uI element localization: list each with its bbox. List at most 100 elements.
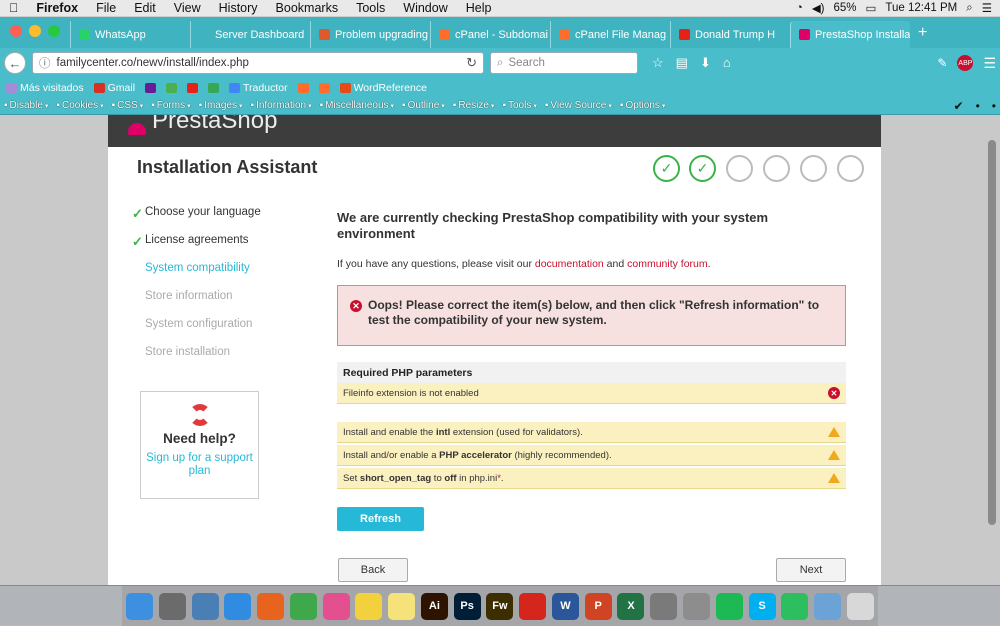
url-bar[interactable]: ⓘ familycenter.co/newv/install/index.php… bbox=[32, 52, 484, 74]
tab-6[interactable]: PrestaShop Installa✕ bbox=[790, 21, 910, 48]
url-text[interactable]: familycenter.co/newv/install/index.php bbox=[57, 57, 249, 69]
bookmark-item[interactable]: Gmail bbox=[93, 82, 135, 94]
tab-2[interactable]: Problem upgrading bbox=[310, 21, 430, 48]
reading-list-icon[interactable]: ▤ bbox=[676, 55, 688, 71]
dock-illustrator-icon[interactable]: Ai bbox=[420, 592, 448, 620]
dock-skype-icon[interactable]: S bbox=[748, 592, 776, 620]
apple-icon[interactable]:  bbox=[0, 1, 27, 15]
tab-3[interactable]: cPanel - Subdomai bbox=[430, 21, 550, 48]
zoom-window-button[interactable] bbox=[48, 25, 60, 37]
devtool-2[interactable]: ▪ CSS ▾ bbox=[112, 100, 144, 111]
bookmark-item[interactable] bbox=[318, 82, 330, 93]
bookmark-item[interactable] bbox=[145, 82, 157, 93]
menu-file[interactable]: File bbox=[87, 1, 125, 15]
bookmark-item[interactable]: Traductor bbox=[229, 82, 288, 94]
devtool-10[interactable]: ▪ View Source ▾ bbox=[545, 100, 612, 111]
page-scrollbar[interactable] bbox=[988, 140, 996, 525]
devtool-4[interactable]: ▪ Images ▾ bbox=[199, 100, 243, 111]
support-plan-link[interactable]: Sign up for a support plan bbox=[141, 452, 258, 478]
notification-center-icon[interactable]: ☰ bbox=[982, 1, 992, 15]
dock-acrobat-icon[interactable] bbox=[519, 592, 547, 620]
dock-notes-icon[interactable] bbox=[388, 592, 416, 620]
dock-stickies-icon[interactable] bbox=[355, 592, 383, 620]
dock-excel-icon[interactable]: X bbox=[617, 592, 645, 620]
devtool-0[interactable]: ▪ Disable ▾ bbox=[4, 100, 48, 111]
devtool-5[interactable]: ▪ Information ▾ bbox=[251, 100, 312, 111]
menu-history[interactable]: History bbox=[210, 1, 267, 15]
menu-app[interactable]: Firefox bbox=[27, 1, 87, 15]
dock-firefox-icon[interactable] bbox=[257, 592, 285, 620]
tab-4[interactable]: cPanel File Manag bbox=[550, 21, 670, 48]
bookmark-item[interactable]: WordReference bbox=[339, 82, 427, 94]
community-forum-link[interactable]: community forum bbox=[627, 258, 708, 270]
dock-powerpoint-icon[interactable]: P bbox=[584, 592, 612, 620]
devtool-3[interactable]: ▪ Forms ▾ bbox=[151, 100, 190, 111]
dock-safari-icon[interactable] bbox=[224, 592, 252, 620]
minimize-window-button[interactable] bbox=[29, 25, 41, 37]
battery-percent[interactable]: 65% bbox=[834, 2, 857, 14]
home-icon[interactable]: ⌂ bbox=[723, 55, 731, 71]
bookmark-item[interactable] bbox=[166, 82, 178, 93]
back-arrow-icon[interactable]: ← bbox=[4, 52, 26, 74]
tab-5[interactable]: Donald Trump H bbox=[670, 21, 790, 48]
back-button[interactable]: Back bbox=[338, 558, 408, 582]
adblock-icon[interactable]: ABP bbox=[957, 55, 974, 71]
menu-icon[interactable]: ☰ bbox=[983, 55, 996, 72]
bookmark-item[interactable] bbox=[208, 82, 220, 93]
documentation-link[interactable]: documentation bbox=[535, 258, 604, 270]
bookmark-item[interactable] bbox=[187, 82, 199, 93]
devtool-1[interactable]: ▪ Cookies ▾ bbox=[56, 100, 103, 111]
search-icon: ⌕ bbox=[497, 56, 504, 69]
tab-1[interactable]: Server Dashboard bbox=[190, 21, 310, 48]
dock-preferences-icon[interactable] bbox=[650, 592, 678, 620]
devtool-6[interactable]: ▪ Miscellaneous ▾ bbox=[320, 100, 394, 111]
dock-photoshop-icon[interactable]: Ps bbox=[453, 592, 481, 620]
bookmark-item[interactable] bbox=[297, 82, 309, 93]
circle-icon[interactable]: • bbox=[992, 99, 996, 113]
installer-header: PrestaShop bbox=[108, 115, 881, 147]
devtool-11[interactable]: ▪ Options ▾ bbox=[620, 100, 666, 111]
menu-view[interactable]: View bbox=[165, 1, 210, 15]
dock-chrome-icon[interactable] bbox=[289, 592, 317, 620]
bookmark-star-icon[interactable]: ☆ bbox=[652, 55, 664, 71]
dock-finder-icon[interactable] bbox=[126, 592, 153, 620]
bookmark-favicon-icon bbox=[229, 82, 241, 93]
bookmark-item[interactable]: Más visitados bbox=[6, 82, 84, 94]
bookmark-favicon-icon bbox=[297, 82, 309, 93]
downloads-icon[interactable]: ⬇ bbox=[700, 55, 711, 71]
search-bar[interactable]: ⌕ Search bbox=[490, 52, 638, 74]
dock-trash-icon[interactable] bbox=[846, 592, 874, 620]
volume-icon[interactable]: ◀) bbox=[812, 1, 825, 15]
devtool-7[interactable]: ▪ Outline ▾ bbox=[402, 100, 445, 111]
menu-bookmarks[interactable]: Bookmarks bbox=[267, 1, 348, 15]
dock-fireworks-icon[interactable]: Fw bbox=[486, 592, 514, 620]
new-tab-button[interactable]: + bbox=[910, 24, 935, 48]
info-icon[interactable]: ⓘ bbox=[39, 55, 51, 71]
dock-spotify-icon[interactable] bbox=[715, 592, 743, 620]
menu-window[interactable]: Window bbox=[394, 1, 456, 15]
addon-icon[interactable]: ✎ bbox=[937, 56, 947, 70]
dock-preview-icon[interactable] bbox=[191, 592, 219, 620]
menu-help[interactable]: Help bbox=[457, 1, 501, 15]
devtool-8[interactable]: ▪ Resize ▾ bbox=[453, 100, 495, 111]
close-window-button[interactable] bbox=[10, 25, 22, 37]
wifi-icon[interactable]: ◔ bbox=[796, 2, 803, 14]
menu-tools[interactable]: Tools bbox=[347, 1, 394, 15]
next-button[interactable]: Next bbox=[776, 558, 846, 582]
clock[interactable]: Tue 12:41 PM bbox=[885, 2, 957, 14]
refresh-button[interactable]: Refresh bbox=[337, 507, 424, 531]
spotlight-icon[interactable]: ⌕ bbox=[966, 2, 972, 15]
dock-evernote-icon[interactable] bbox=[781, 592, 809, 620]
dock-textedit-icon[interactable] bbox=[158, 592, 186, 620]
dock-downloads-icon[interactable] bbox=[814, 592, 842, 620]
dock-itunes-icon[interactable] bbox=[322, 592, 350, 620]
check-icon[interactable]: ✔ bbox=[954, 99, 964, 113]
menu-edit[interactable]: Edit bbox=[125, 1, 165, 15]
dock-word-icon[interactable]: W bbox=[551, 592, 579, 620]
devtool-9[interactable]: ▪ Tools ▾ bbox=[502, 100, 536, 111]
battery-icon[interactable]: ▭ bbox=[866, 1, 877, 15]
reload-icon[interactable]: ↻ bbox=[466, 55, 477, 71]
dot-icon[interactable]: • bbox=[976, 99, 980, 113]
dock-launchpad-icon[interactable] bbox=[683, 592, 711, 620]
tab-0[interactable]: WhatsApp bbox=[70, 21, 190, 48]
